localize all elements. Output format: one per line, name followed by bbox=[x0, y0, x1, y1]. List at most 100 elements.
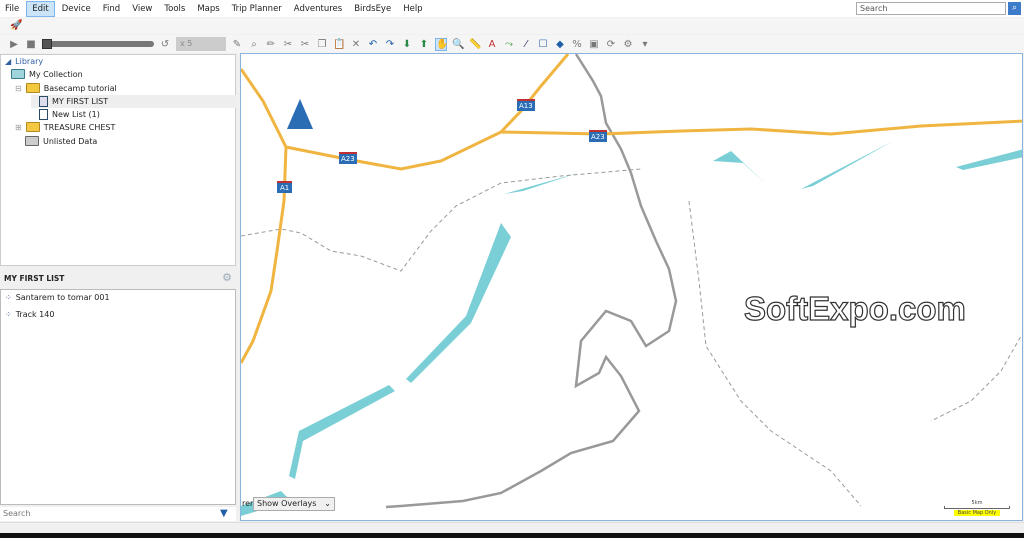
tree-label: New List (1) bbox=[52, 110, 100, 119]
screen-edge bbox=[0, 533, 1024, 538]
menu-edit[interactable]: Edit bbox=[26, 0, 55, 17]
folder-icon bbox=[11, 69, 25, 79]
fit-icon[interactable]: ▣ bbox=[588, 39, 600, 50]
list-item[interactable]: ⁘ Track 140 bbox=[5, 310, 54, 319]
country-border bbox=[385, 54, 678, 509]
track-icon[interactable]: ⁄ bbox=[520, 39, 532, 50]
tree-my-first-list[interactable]: MY FIRST LIST bbox=[31, 95, 236, 108]
dropdown-icon[interactable]: ▾ bbox=[639, 39, 651, 50]
road-shield-a13: A13 bbox=[517, 99, 535, 111]
menu-file[interactable]: File bbox=[0, 2, 24, 16]
search-icon[interactable]: ⌕ bbox=[1008, 2, 1021, 15]
list-header: MY FIRST LIST ⚙ bbox=[0, 268, 236, 288]
scale-bar: 5km Basic Map Only bbox=[944, 500, 1010, 516]
menu-help[interactable]: Help bbox=[398, 2, 427, 16]
play-icon[interactable]: ▶ bbox=[8, 39, 20, 50]
measure-icon[interactable]: 📏 bbox=[469, 39, 481, 50]
list-pane: ⁘ Santarem to tomar 001 ⁘ Track 140 bbox=[0, 289, 236, 505]
gear-icon[interactable]: ⚙ bbox=[222, 271, 232, 284]
expand-icon[interactable]: ⊞ bbox=[15, 123, 22, 132]
list-item-label: Track 140 bbox=[15, 310, 55, 319]
list-title: MY FIRST LIST bbox=[4, 274, 65, 283]
tree-label: Unlisted Data bbox=[43, 136, 98, 146]
route-icon[interactable]: ⤳ bbox=[503, 39, 515, 50]
menu-bar: File Edit Device Find View Tools Maps Tr… bbox=[0, 0, 1024, 17]
list-item-label: Santarem to tomar 001 bbox=[15, 293, 110, 302]
receive-icon[interactable]: ⬇ bbox=[401, 39, 413, 50]
chevron-down-icon: ⌄ bbox=[324, 499, 331, 508]
list-icon bbox=[39, 109, 48, 120]
rocket-icon[interactable]: 🚀 bbox=[10, 20, 22, 31]
tree-label: My Collection bbox=[29, 69, 83, 79]
menu-find[interactable]: Find bbox=[98, 2, 125, 16]
library-header[interactable]: ◢ Library bbox=[5, 57, 43, 66]
menu-maps[interactable]: Maps bbox=[192, 2, 224, 16]
pencil-icon[interactable]: ✏ bbox=[265, 39, 277, 50]
waypoint-icon[interactable]: A bbox=[486, 39, 498, 50]
map-mode-label: Basic Map Only bbox=[954, 510, 1000, 516]
collapse-icon[interactable]: ⊟ bbox=[15, 84, 22, 93]
send-icon[interactable]: ⬆ bbox=[418, 39, 430, 50]
road-shield-a1: A1 bbox=[277, 181, 293, 193]
library-pane: ◢ Library My Collection ⊟ Basecamp tutori… bbox=[0, 54, 236, 266]
stop-icon[interactable]: ■ bbox=[25, 39, 37, 50]
tree-basecamp-tutorial[interactable]: ⊟ Basecamp tutorial bbox=[15, 83, 117, 93]
tree-my-collection[interactable]: My Collection bbox=[11, 69, 83, 79]
overlay-label: rer bbox=[242, 499, 254, 508]
hand-icon[interactable]: ✋ bbox=[435, 37, 448, 51]
tree-label: Basecamp tutorial bbox=[43, 83, 117, 93]
road-shield-a23: A23 bbox=[589, 130, 607, 142]
redo-icon[interactable]: ↷ bbox=[384, 39, 396, 50]
main-toolbar: ▶ ■ ↺ x 5 ✎ ⌕ ✏ ✂ ✂ ❐ 📋 ✕ ↶ ↷ ⬇ ⬆ ✋ 🔍 📏 … bbox=[0, 35, 1024, 53]
settings-icon[interactable]: ⚙ bbox=[622, 39, 634, 50]
watermark: SoftExpo.com bbox=[743, 289, 966, 327]
menu-trip-planner[interactable]: Trip Planner bbox=[227, 2, 287, 16]
map-view[interactable]: A13 A23 A23 A1 SoftExpo.com rer Show Ove… bbox=[240, 53, 1023, 521]
folder-icon bbox=[25, 136, 39, 146]
menu-device[interactable]: Device bbox=[57, 2, 96, 16]
waypoint-marker-icon[interactable] bbox=[287, 99, 313, 129]
scissors-tool-icon[interactable]: ✂ bbox=[282, 39, 294, 50]
menu-tools[interactable]: Tools bbox=[159, 2, 190, 16]
paste-icon[interactable]: 📋 bbox=[333, 39, 345, 50]
track-icon: ⁘ bbox=[5, 310, 12, 319]
library-title: Library bbox=[15, 57, 44, 66]
copy-icon[interactable]: ❐ bbox=[316, 39, 328, 50]
map-canvas[interactable] bbox=[241, 54, 1023, 521]
menu-birdseye[interactable]: BirdsEye bbox=[349, 2, 396, 16]
2d-map-icon[interactable]: ☐ bbox=[537, 39, 549, 50]
cut-icon[interactable]: ✂ bbox=[299, 39, 311, 50]
overlay-select[interactable]: Show Overlays ⌄ bbox=[253, 497, 335, 511]
zoom-select-icon[interactable]: ⌕ bbox=[248, 39, 260, 50]
search-input[interactable]: Search bbox=[856, 2, 1006, 15]
road-shield-a23: A23 bbox=[339, 152, 357, 164]
tree-label: TREASURE CHEST bbox=[43, 122, 116, 132]
undo-icon[interactable]: ↶ bbox=[367, 39, 379, 50]
tree-label: MY FIRST LIST bbox=[52, 97, 109, 106]
tree-new-list[interactable]: New List (1) bbox=[39, 109, 100, 120]
overlay-value: Show Overlays bbox=[257, 499, 317, 508]
speed-select[interactable]: x 5 bbox=[176, 37, 226, 51]
tree-treasure-chest[interactable]: ⊞ TREASURE CHEST bbox=[15, 122, 115, 132]
zoom-icon[interactable]: 🔍 bbox=[452, 39, 464, 50]
menu-adventures[interactable]: Adventures bbox=[289, 2, 347, 16]
edit-tool-icon[interactable]: ✎ bbox=[231, 39, 243, 50]
3d-map-icon[interactable]: ◆ bbox=[554, 39, 566, 50]
list-search-input[interactable]: Search bbox=[0, 507, 236, 521]
delete-icon[interactable]: ✕ bbox=[350, 39, 362, 50]
filter-icon[interactable]: ▼ bbox=[220, 508, 228, 519]
folder-icon bbox=[25, 122, 40, 132]
rewind-icon[interactable]: ↺ bbox=[159, 39, 171, 50]
quick-toolbar: 🚀 bbox=[0, 18, 1024, 34]
folder-icon bbox=[25, 83, 40, 93]
sync-icon[interactable]: ⟳ bbox=[605, 39, 617, 50]
track-icon: ⁘ bbox=[5, 293, 12, 302]
percent-icon[interactable]: % bbox=[571, 39, 583, 50]
water-features bbox=[241, 141, 1022, 516]
playback-slider[interactable] bbox=[42, 39, 154, 49]
admin-boundaries bbox=[241, 168, 1022, 507]
list-icon bbox=[39, 96, 48, 107]
tree-unlisted-data[interactable]: Unlisted Data bbox=[25, 136, 97, 146]
menu-view[interactable]: View bbox=[127, 2, 157, 16]
list-item[interactable]: ⁘ Santarem to tomar 001 bbox=[5, 293, 110, 302]
